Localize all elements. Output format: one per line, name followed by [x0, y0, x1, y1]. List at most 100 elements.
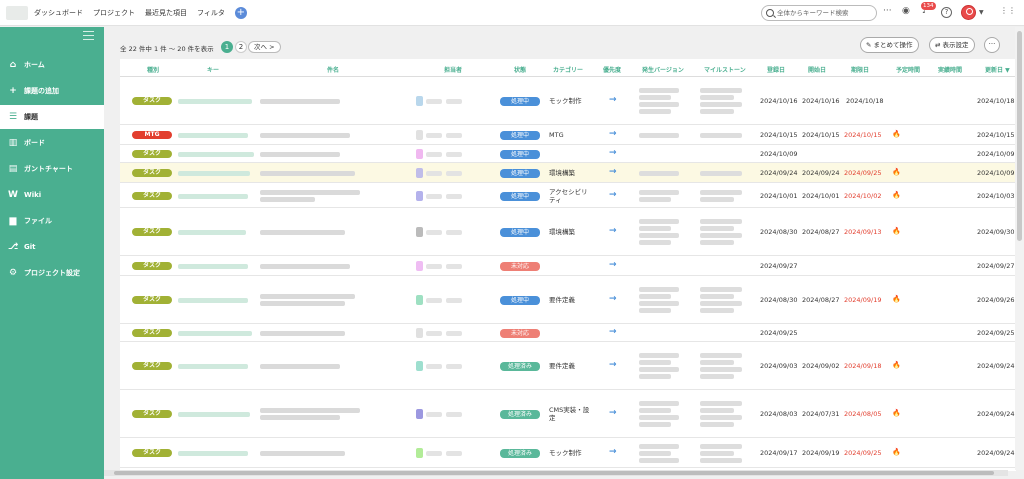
issue-key-link[interactable] — [178, 133, 248, 138]
sidebar-item-3[interactable]: ▥ ボード — [0, 131, 104, 155]
col-due[interactable]: 期限日 — [851, 65, 869, 74]
sidebar-item-label: ボード — [24, 139, 45, 147]
issue-summary-link[interactable] — [260, 132, 350, 138]
horizontal-scrollbar[interactable] — [104, 470, 1008, 476]
assignee-avatar — [416, 149, 423, 159]
issue-key-link[interactable] — [178, 194, 248, 199]
sidebar-item-5[interactable]: W Wiki — [0, 183, 104, 207]
issue-summary-link[interactable] — [260, 408, 360, 413]
table-row[interactable]: タスク 未対応 → 2024/09/27 2024/09/27 — [120, 256, 1016, 276]
more-icon[interactable]: ··· — [883, 6, 892, 16]
bulk-edit-button[interactable]: ✎ まとめて操作 — [860, 37, 919, 53]
priority-arrow-icon: → — [609, 294, 617, 304]
menu-toggle-icon[interactable] — [83, 31, 94, 40]
next-page-button[interactable]: 次へ > — [248, 41, 281, 53]
sidebar-item-6[interactable]: ▆ ファイル — [0, 209, 104, 233]
table-row[interactable]: MTG 処理中 MTG → 2024/10/15 2024/10/15 2024/10/15… — [120, 125, 1016, 145]
global-search[interactable] — [761, 5, 877, 21]
issue-key-link[interactable] — [178, 298, 248, 303]
table-row[interactable]: タスク 処理中 モック制作 → 2024/10/16 2024/10/16 2024/10/… — [120, 77, 1016, 125]
nav-filter[interactable]: フィルタ — [197, 8, 225, 18]
issue-summary-link[interactable] — [260, 330, 345, 336]
issue-key-link[interactable] — [178, 152, 254, 157]
table-row[interactable]: タスク 処理済み CMS実装・設定 → 2024/08/03 2024/07/31 2024… — [120, 390, 1016, 438]
col-category[interactable]: カテゴリー — [553, 65, 583, 74]
issue-summary-link[interactable] — [260, 170, 355, 176]
table-row[interactable]: タスク 未対応 → 2024/09/25 2024/09/25 — [120, 324, 1016, 342]
issue-summary-link[interactable] — [260, 415, 340, 420]
more-options-button[interactable]: ··· — [984, 37, 1000, 53]
col-updated[interactable]: 更新日 ▼ — [985, 65, 1010, 74]
nav-recent[interactable]: 最近見た項目 — [145, 8, 187, 18]
col-type[interactable]: 種別 — [147, 65, 159, 74]
issue-summary-link[interactable] — [260, 450, 345, 456]
table-row[interactable]: タスク 処理済み 要件定義 → 2024/09/03 2024/09/02 2024/09/… — [120, 342, 1016, 390]
sidebar-item-2[interactable]: ☰ 課題 — [0, 105, 104, 129]
table-row[interactable]: タスク 処理済み モック制作 → 2024/09/17 2024/09/19 2024/09… — [120, 438, 1016, 468]
table-row[interactable]: タスク 処理中 要件定義 → 2024/08/30 2024/08/27 2024/09/1… — [120, 276, 1016, 324]
start-date: 2024/10/01 — [802, 192, 840, 200]
start-date: 2024/10/16 — [802, 97, 840, 105]
chevron-down-icon[interactable]: ▼ — [979, 9, 984, 16]
vertical-scroll-thumb[interactable] — [1017, 31, 1022, 241]
apps-grid-icon[interactable]: ⋮⋮ — [1000, 6, 1016, 15]
issue-summary-link[interactable] — [260, 190, 360, 195]
user-avatar[interactable] — [961, 5, 976, 20]
assignee-name — [446, 331, 462, 336]
col-start[interactable]: 開始日 — [808, 65, 826, 74]
nav-projects[interactable]: プロジェクト — [93, 8, 135, 18]
col-assignee[interactable]: 担当者 — [444, 65, 462, 74]
issue-key-link[interactable] — [178, 364, 248, 369]
sidebar-item-4[interactable]: ▤ ガントチャート — [0, 157, 104, 181]
table-row[interactable]: タスク 処理中 環境構築 → 2024/09/24 2024/09/24 2024/09/2… — [120, 163, 1016, 183]
col-estimated[interactable]: 予定時間 — [896, 65, 920, 74]
issue-key-link[interactable] — [178, 331, 252, 336]
issue-summary-link[interactable] — [260, 229, 345, 235]
col-version[interactable]: 発生バージョン — [642, 65, 684, 74]
table-row[interactable]: タスク 処理中 環境構築 → 2024/08/30 2024/08/27 2024/09/1… — [120, 208, 1016, 256]
help-icon[interactable]: ? — [941, 7, 952, 18]
type-badge: タスク — [132, 362, 172, 370]
horizontal-scroll-thumb[interactable] — [114, 471, 994, 475]
add-plus-icon[interactable]: + — [234, 6, 247, 19]
page-1-button[interactable]: 1 — [221, 41, 233, 53]
issue-summary-link[interactable] — [260, 363, 340, 369]
issue-summary-link[interactable] — [260, 301, 345, 306]
sidebar-item-7[interactable]: ⎇ Git — [0, 235, 104, 259]
sidebar-item-0[interactable]: ⌂ ホーム — [0, 53, 104, 77]
issue-summary-link[interactable] — [260, 98, 340, 104]
issue-key-link[interactable] — [178, 99, 252, 104]
page-2-button[interactable]: 2 — [235, 41, 247, 53]
issue-key-link[interactable] — [178, 451, 248, 456]
watch-eye-icon[interactable]: ◉ — [902, 6, 910, 16]
issue-key-link[interactable] — [178, 171, 250, 176]
nav-dashboard[interactable]: ダッシュボード — [34, 8, 83, 18]
start-date: 2024/08/27 — [802, 228, 840, 236]
issue-summary-link[interactable] — [260, 197, 315, 202]
assignee-name — [426, 194, 442, 199]
start-date: 2024/09/24 — [802, 169, 840, 177]
issue-key-link[interactable] — [178, 230, 246, 235]
issue-summary-link[interactable] — [260, 151, 340, 157]
table-row[interactable]: タスク 処理中 → 2024/10/09 2024/10/09 — [120, 145, 1016, 163]
col-priority[interactable]: 優先度 — [603, 65, 621, 74]
col-summary[interactable]: 件名 — [327, 65, 339, 74]
display-settings-button[interactable]: ⇄ 表示設定 — [929, 37, 975, 53]
sidebar-item-8[interactable]: ⚙ プロジェクト設定 — [0, 261, 104, 285]
issue-summary-link[interactable] — [260, 263, 350, 269]
priority-arrow-icon: → — [609, 129, 617, 139]
vertical-scrollbar[interactable] — [1015, 27, 1024, 470]
sidebar-item-1[interactable]: + 課題の追加 — [0, 79, 104, 103]
space-logo[interactable] — [6, 5, 28, 20]
col-actual[interactable]: 実績時間 — [938, 65, 962, 74]
col-milestone[interactable]: マイルストーン — [704, 65, 746, 74]
search-input[interactable] — [777, 9, 873, 17]
issue-key-link[interactable] — [178, 412, 250, 417]
issue-summary-link[interactable] — [260, 294, 355, 299]
table-row[interactable]: タスク 処理中 アクセシビリティ → 2024/10/01 2024/10/01 2024/… — [120, 183, 1016, 208]
issue-key-link[interactable] — [178, 264, 248, 269]
col-key[interactable]: キー — [207, 65, 219, 74]
col-registered[interactable]: 登録日 — [767, 65, 785, 74]
assignee-name — [426, 99, 442, 104]
col-status[interactable]: 状態 — [514, 65, 526, 74]
